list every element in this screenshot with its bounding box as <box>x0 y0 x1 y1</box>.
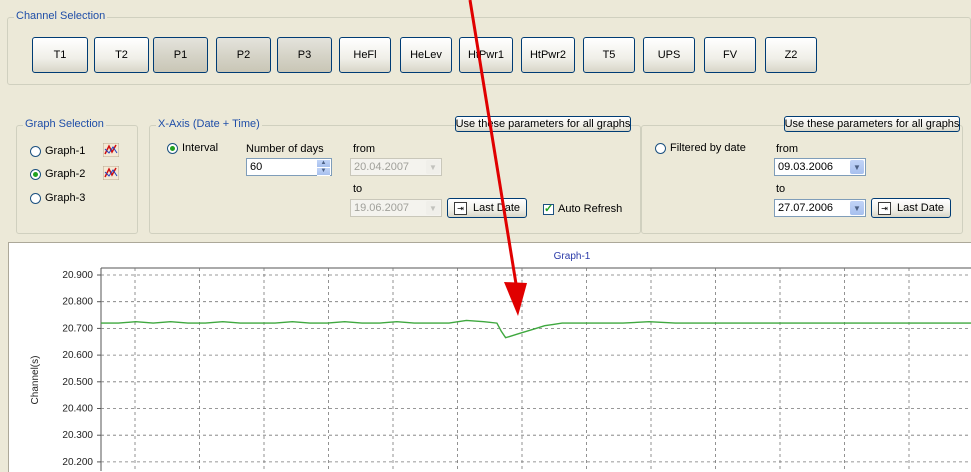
use-params-all-graphs-button[interactable]: Use these parameters for all graphs <box>455 116 631 132</box>
last-date-button[interactable]: ⇥ Last Date <box>447 198 527 218</box>
graph-chart-icon[interactable] <box>103 143 119 157</box>
x-axis-title: X-Axis (Date + Time) <box>156 118 262 130</box>
last-date-label: Last Date <box>896 202 945 214</box>
from-date-value: 20.04.2007 <box>354 161 410 173</box>
filtered-by-date-label: Filtered by date <box>670 142 746 154</box>
filtered-to-label: to <box>776 183 786 195</box>
to-label: to <box>353 183 363 195</box>
interval-radio[interactable]: Interval <box>167 142 218 154</box>
channel-button-t5[interactable]: T5 <box>583 37 635 73</box>
spin-up-icon[interactable]: ▲ <box>317 160 330 168</box>
radio-indicator[interactable] <box>167 142 178 154</box>
radio-indicator[interactable] <box>30 168 41 180</box>
channel-button-helev[interactable]: HeLev <box>400 37 452 73</box>
channel-button-t1[interactable]: T1 <box>32 37 88 73</box>
graph-1-radio[interactable]: Graph-1 <box>30 145 85 157</box>
number-of-days-value: 60 <box>250 161 263 173</box>
graph-2-radio[interactable]: Graph-2 <box>30 168 85 180</box>
checkbox-indicator[interactable] <box>543 202 554 215</box>
use-params-label: Use these parameters for all graphs <box>784 118 960 130</box>
filtered-to-date-select[interactable]: 27.07.2006 ▼ <box>774 199 866 217</box>
graph-panel <box>8 242 971 472</box>
filtered-last-date-button[interactable]: ⇥ Last Date <box>871 198 951 218</box>
to-date-value: 19.06.2007 <box>354 202 410 214</box>
filtered-from-label: from <box>776 143 798 155</box>
channel-button-htpwr1[interactable]: HtPwr1 <box>459 37 513 73</box>
channel-button-z2[interactable]: Z2 <box>765 37 817 73</box>
channel-button-fv[interactable]: FV <box>704 37 756 73</box>
graph-1-label: Graph-1 <box>45 145 86 157</box>
radio-indicator[interactable] <box>30 145 41 157</box>
channel-button-p1[interactable]: P1 <box>153 37 208 73</box>
channel-button-t2[interactable]: T2 <box>94 37 149 73</box>
chevron-down-icon[interactable]: ▼ <box>426 160 440 174</box>
auto-refresh-checkbox[interactable]: Auto Refresh <box>543 202 623 215</box>
from-date-select[interactable]: 20.04.2007 ▼ <box>350 158 442 176</box>
graph-selection-title: Graph Selection <box>23 118 106 130</box>
graph-chart-icon[interactable] <box>103 166 119 180</box>
filtered-from-date-select[interactable]: 09.03.2006 ▼ <box>774 158 866 176</box>
from-label: from <box>353 143 375 155</box>
graph-3-radio[interactable]: Graph-3 <box>30 192 85 204</box>
filtered-to-date-value: 27.07.2006 <box>778 202 834 214</box>
filtered-by-date-radio[interactable]: Filtered by date <box>655 142 746 154</box>
graph-2-label: Graph-2 <box>45 168 86 180</box>
last-date-icon: ⇥ <box>877 201 891 215</box>
chevron-down-icon[interactable]: ▼ <box>850 201 864 215</box>
x-axis-group: X-Axis (Date + Time) <box>149 118 641 234</box>
use-params-label: Use these parameters for all graphs <box>455 118 631 130</box>
filtered-from-date-value: 09.03.2006 <box>778 161 834 173</box>
auto-refresh-label: Auto Refresh <box>558 203 623 215</box>
channel-selection-title: Channel Selection <box>14 10 108 22</box>
number-of-days-input[interactable]: 60 ▲ ▼ <box>246 158 332 176</box>
radio-indicator[interactable] <box>30 192 41 204</box>
number-of-days-label: Number of days <box>246 143 324 155</box>
channel-button-htpwr2[interactable]: HtPwr2 <box>521 37 575 73</box>
channel-button-p2[interactable]: P2 <box>216 37 271 73</box>
channel-button-hefl[interactable]: HeFl <box>339 37 391 73</box>
radio-indicator[interactable] <box>655 142 666 154</box>
spin-down-icon[interactable]: ▼ <box>317 168 330 176</box>
last-date-icon: ⇥ <box>453 201 467 215</box>
use-params-all-graphs-button-2[interactable]: Use these parameters for all graphs <box>784 116 960 132</box>
number-of-days-spinner[interactable]: ▲ ▼ <box>317 160 330 176</box>
channel-button-ups[interactable]: UPS <box>643 37 695 73</box>
to-date-select[interactable]: 19.06.2007 ▼ <box>350 199 442 217</box>
last-date-label: Last Date <box>472 202 521 214</box>
channel-button-p3[interactable]: P3 <box>277 37 332 73</box>
interval-label: Interval <box>182 142 219 154</box>
chevron-down-icon[interactable]: ▼ <box>426 201 440 215</box>
chevron-down-icon[interactable]: ▼ <box>850 160 864 174</box>
graph-3-label: Graph-3 <box>45 192 86 204</box>
